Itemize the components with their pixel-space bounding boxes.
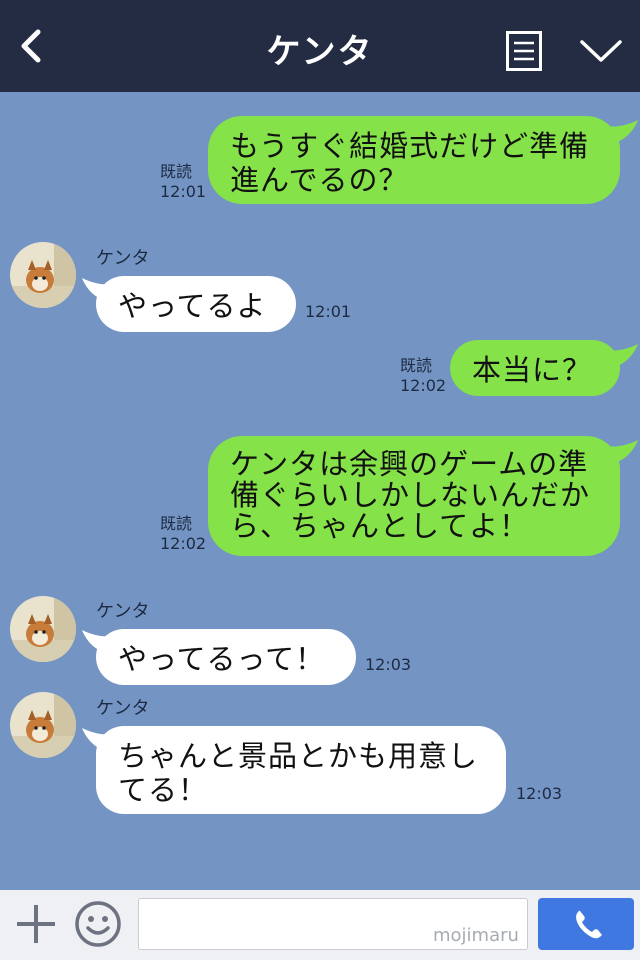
avatar-dog-image [10,242,76,308]
message-bubble-mine[interactable]: 本当に？ [450,340,620,396]
chat-title: ケンタ [266,32,374,72]
message-time: 12:02 [400,376,447,395]
notes-icon [506,31,542,71]
phone-icon [576,910,602,939]
plus-icon [17,905,55,943]
message-bubble-theirs[interactable]: ちゃんと景品とかも用意し てる！ [96,726,506,814]
message-bubble-mine[interactable]: もうすぐ結婚式だけど準備 進んでるの？ [208,116,620,204]
input-bar: mojimaru [0,890,640,960]
notes-button[interactable] [506,31,542,71]
read-receipt: 既読 [400,356,433,375]
avatar-dog-image [10,596,76,662]
avatar[interactable] [10,692,76,758]
message-time: 12:03 [365,655,412,674]
smiley-icon [75,901,121,947]
chat-header: ケンタ [0,0,640,92]
message-time: 12:02 [160,534,207,553]
sender-name: ケンタ [96,248,150,269]
message-bubble-theirs[interactable]: やってるよ [96,276,296,332]
call-button[interactable] [538,898,634,950]
avatar[interactable] [10,596,76,662]
read-receipt: 既読 [160,514,193,533]
sender-name: ケンタ [96,601,150,622]
message-meta: 既読 12:02 [160,514,206,554]
message-time: 12:03 [516,784,563,803]
menu-button[interactable] [578,36,624,66]
avatar[interactable] [10,242,76,308]
message-bubble-theirs[interactable]: やってるって！ [96,629,356,685]
emoji-button[interactable] [74,900,122,948]
message-meta: 既読 12:01 [160,162,206,202]
watermark-text: mojimaru [433,925,519,946]
sender-name: ケンタ [96,698,150,719]
message-time: 12:01 [305,302,352,321]
add-button[interactable] [14,902,58,946]
read-receipt: 既読 [160,162,193,181]
message-meta: 既読 12:02 [400,356,446,396]
message-list[interactable]: 既読 12:01 もうすぐ結婚式だけど準備 進んでるの？ ケンタ やってるよ 1… [0,92,640,890]
avatar-dog-image [10,692,76,758]
message-bubble-mine[interactable]: ケンタは余興のゲームの準 備ぐらいしかしないんだか ら、ちゃんとしてよ！ [208,436,620,556]
chevron-down-icon [580,40,622,62]
message-time: 12:01 [160,182,207,201]
